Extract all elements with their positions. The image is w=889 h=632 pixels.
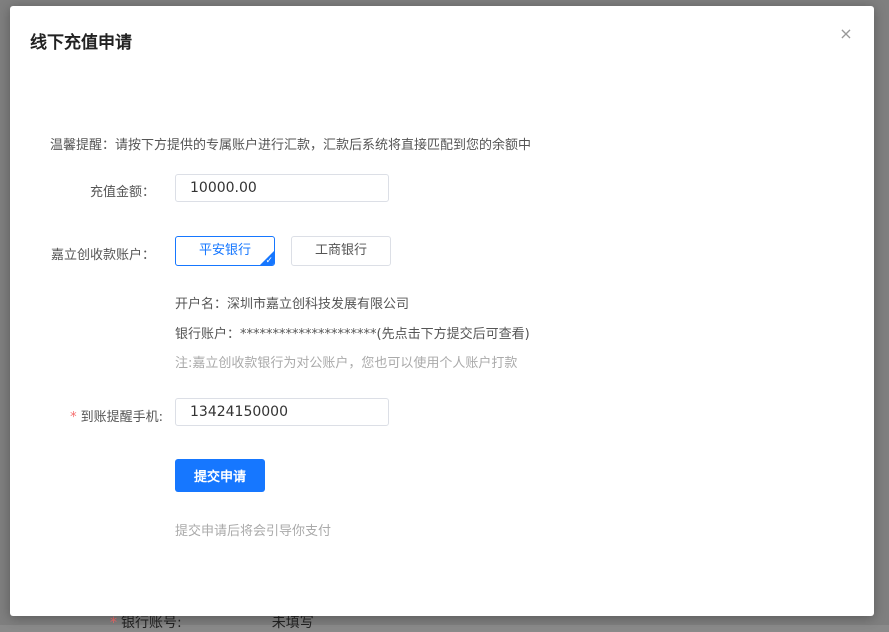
account-holder: 开户名：深圳市嘉立创科技发展有限公司 — [175, 297, 410, 312]
background-row-label: 银行账号: — [121, 615, 182, 631]
phone-label-text: 到账提醒手机: — [80, 410, 163, 425]
account-label: 嘉立创收款账户： — [50, 248, 155, 263]
recharge-dialog: 线下充值申请 × 温馨提醒：请按下方提供的专属账户进行汇款，汇款后系统将直接匹配… — [10, 6, 874, 616]
required-mark: * — [110, 615, 117, 631]
amount-label: 充值金额： — [89, 185, 155, 200]
phone-label: * 到账提醒手机: — [23, 406, 163, 425]
check-icon: ✓ — [265, 256, 273, 266]
submit-button[interactable]: 提交申请 — [175, 459, 265, 492]
bank-option-label: 平安银行 — [198, 243, 251, 258]
bank-option-pingan[interactable]: 平安银行 ✓ — [175, 236, 275, 266]
background-row-value: 未填写 — [271, 615, 314, 631]
reminder-tip: 温馨提醒：请按下方提供的专属账户进行汇款，汇款后系统将直接匹配到您的余额中 — [50, 138, 532, 153]
close-icon[interactable]: × — [838, 26, 854, 42]
account-number: 银行账户：*********************(先点击下方提交后可查看) — [175, 327, 530, 342]
bank-option-label: 工商银行 — [314, 243, 367, 258]
dialog-title: 线下充值申请 — [30, 33, 132, 53]
required-mark: * — [70, 410, 77, 425]
footer-hint: 提交申请后将会引导你支付 — [175, 524, 332, 539]
bank-option-icbc[interactable]: 工商银行 — [291, 236, 391, 266]
amount-input[interactable] — [175, 174, 389, 202]
phone-input[interactable] — [175, 398, 389, 426]
account-note: 注:嘉立创收款银行为对公账户，您也可以使用个人账户打款 — [175, 356, 518, 371]
